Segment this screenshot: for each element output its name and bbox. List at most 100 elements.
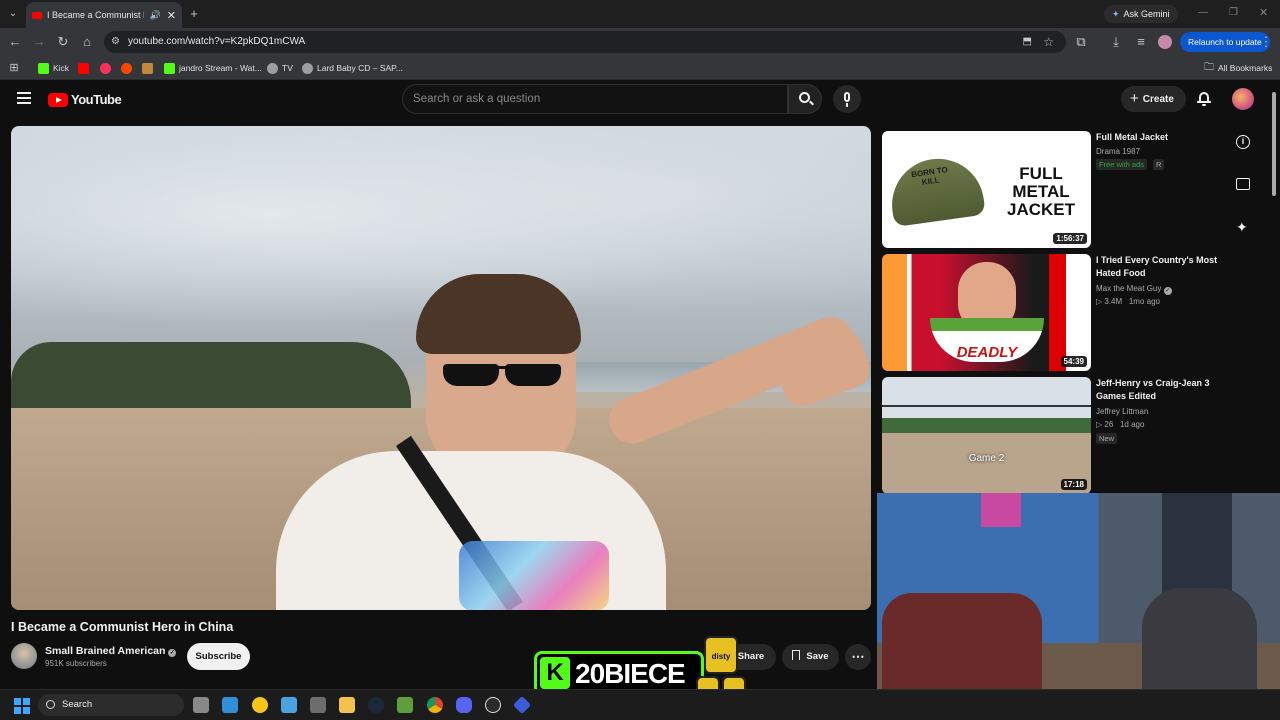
recommendation-item[interactable]: DEADLY 54:39 I Tried Every Country's Mos…: [882, 254, 1222, 372]
bookmark-item[interactable]: [142, 61, 153, 75]
video-title[interactable]: Full Metal Jacket: [1096, 131, 1220, 144]
audio-playing-icon[interactable]: 🔊: [150, 10, 161, 21]
webcam-overlay: [877, 493, 1280, 720]
video-title[interactable]: Jeff-Henry vs Craig-Jean 3 Games Edited: [1096, 377, 1220, 402]
windows-start-icon[interactable]: [14, 698, 30, 714]
microphone-icon: [844, 92, 850, 102]
widgets-icon[interactable]: [222, 697, 238, 713]
subscriber-count: 951K subscribers: [45, 659, 107, 668]
webcam-doorframe: [1162, 493, 1232, 603]
site-info-icon[interactable]: ⚙: [111, 31, 120, 53]
youtube-logo[interactable]: YouTube: [48, 92, 122, 107]
sparkle-icon[interactable]: ✦: [1236, 219, 1248, 236]
video-genre-year: Drama 1987: [1096, 147, 1141, 156]
ask-gemini-label: Ask Gemini: [1123, 9, 1170, 19]
steam-icon[interactable]: [368, 697, 384, 713]
voice-search-button[interactable]: [833, 85, 861, 113]
youtube-wordmark: YouTube: [71, 92, 122, 107]
taskbar-search-box[interactable]: Search: [38, 694, 184, 716]
create-label: Create: [1142, 94, 1174, 105]
home-icon[interactable]: ⌂: [79, 34, 95, 50]
info-icon[interactable]: i: [1236, 135, 1250, 149]
search-button[interactable]: [788, 84, 822, 114]
video-stats: ▷ 3.4M 1mo ago: [1096, 297, 1160, 306]
minecraft-icon[interactable]: [397, 697, 413, 713]
tab-close-icon[interactable]: ✕: [167, 9, 176, 22]
browser-menu-icon[interactable]: ⋮: [1258, 34, 1274, 50]
channel-avatar[interactable]: [11, 643, 37, 669]
minimize-window-icon[interactable]: —: [1198, 7, 1208, 18]
tab-search-icon[interactable]: ⌄: [5, 6, 21, 22]
extensions-icon[interactable]: ⧉: [1073, 34, 1089, 50]
windows-taskbar: Search: [0, 689, 1280, 720]
close-window-icon[interactable]: ✕: [1259, 6, 1268, 19]
channel-name[interactable]: Max the Meat Guy ✓: [1096, 284, 1172, 295]
site-favicon-icon: [142, 62, 153, 74]
discord-icon[interactable]: [456, 697, 472, 713]
video-title[interactable]: I Tried Every Country's Most Hated Food: [1096, 254, 1220, 279]
bookmark-item[interactable]: Lard Baby CD – SAP...: [302, 61, 403, 75]
search-input[interactable]: Search or ask a question: [402, 84, 788, 114]
all-bookmarks-button[interactable]: 🗀 All Bookmarks: [1204, 61, 1272, 75]
chat-icon[interactable]: [1236, 178, 1250, 190]
channel-name[interactable]: Jeffrey Littman: [1096, 407, 1148, 416]
ask-gemini-button[interactable]: ✦ Ask Gemini: [1104, 5, 1178, 23]
weather-icon[interactable]: [252, 697, 268, 713]
channel-name[interactable]: Small Brained American ✓: [45, 645, 177, 657]
more-actions-button[interactable]: ⋯: [845, 644, 871, 670]
save-button[interactable]: Save: [782, 644, 839, 670]
profile-avatar[interactable]: [1158, 35, 1172, 49]
video-thumbnail[interactable]: BORN TO KILL FULL METAL JACKET 1:56:37: [882, 131, 1091, 248]
file-explorer-icon[interactable]: [339, 697, 355, 713]
verified-check-icon: ✓: [168, 649, 177, 657]
reload-icon[interactable]: ↻: [55, 34, 71, 50]
subscribe-button[interactable]: Subscribe: [187, 643, 250, 670]
youtube-music-favicon-icon: [100, 62, 111, 74]
media-control-icon[interactable]: ≡: [1133, 34, 1149, 50]
globe-icon: [302, 62, 313, 74]
youtube-favicon-icon: [78, 62, 89, 74]
relaunch-button[interactable]: Relaunch to update: [1180, 32, 1270, 52]
chrome-icon[interactable]: [427, 697, 443, 713]
can-top: disty: [704, 636, 738, 674]
task-view-icon[interactable]: [193, 697, 209, 713]
bookmark-item[interactable]: [78, 61, 89, 75]
browser-tab-bar: ⌄ I Became a Communist Her 🔊 ✕ + ✦ Ask G…: [0, 0, 1280, 28]
obs-icon[interactable]: [485, 697, 501, 713]
recommendation-item[interactable]: BORN TO KILL FULL METAL JACKET 1:56:37 F…: [882, 131, 1222, 249]
tab-title: I Became a Communist Her: [47, 10, 144, 20]
bookmark-icon: [792, 650, 801, 660]
download-icon[interactable]: ⤓: [1108, 34, 1124, 50]
video-title-heading: I Became a Communist Hero in China: [11, 620, 234, 634]
app-icon[interactable]: [512, 695, 532, 715]
bookmark-item[interactable]: Kick: [38, 61, 69, 75]
browser-tab-active[interactable]: I Became a Communist Her 🔊 ✕: [26, 2, 182, 28]
bookmarks-bar: ⊞ Kick jandro Stream - Wat... TV Lard Ba…: [0, 56, 1280, 80]
create-button[interactable]: + Create: [1121, 86, 1186, 112]
notifications-bell-icon[interactable]: [1197, 91, 1211, 106]
video-player[interactable]: [11, 126, 871, 610]
account-avatar[interactable]: [1232, 88, 1254, 110]
install-app-icon[interactable]: ⬒: [1023, 31, 1032, 53]
bookmark-item[interactable]: [121, 61, 132, 75]
page-scrollbar[interactable]: [1272, 92, 1276, 196]
hamburger-menu-icon[interactable]: [17, 92, 31, 104]
helmet-graphic: BORN TO KILL: [886, 152, 986, 228]
bookmark-item[interactable]: [100, 61, 111, 75]
mail-icon[interactable]: [281, 697, 297, 713]
video-thumbnail[interactable]: DEADLY 54:39: [882, 254, 1091, 371]
new-tab-icon[interactable]: +: [186, 6, 202, 22]
bookmark-star-icon[interactable]: ☆: [1043, 31, 1054, 53]
restore-window-icon[interactable]: ❐: [1229, 7, 1238, 18]
bookmark-item[interactable]: jandro Stream - Wat...: [164, 61, 262, 75]
recommendation-item[interactable]: Game 2 17:18 Jeff-Henry vs Craig-Jean 3 …: [882, 377, 1222, 495]
youtube-header: YouTube Search or ask a question + Create: [0, 81, 1280, 121]
thumbnail-overlay-text: Game 2: [968, 453, 1005, 464]
video-thumbnail[interactable]: Game 2 17:18: [882, 377, 1091, 494]
forward-arrow-icon[interactable]: →: [31, 34, 47, 50]
calculator-icon[interactable]: [310, 697, 326, 713]
apps-grid-icon[interactable]: ⊞: [6, 60, 22, 76]
bookmark-item[interactable]: TV: [267, 61, 293, 75]
back-arrow-icon[interactable]: ←: [7, 34, 23, 50]
address-bar[interactable]: ⚙ youtube.com/watch?v=K2pkDQ1mCWA ⬒ ☆: [104, 31, 1066, 53]
